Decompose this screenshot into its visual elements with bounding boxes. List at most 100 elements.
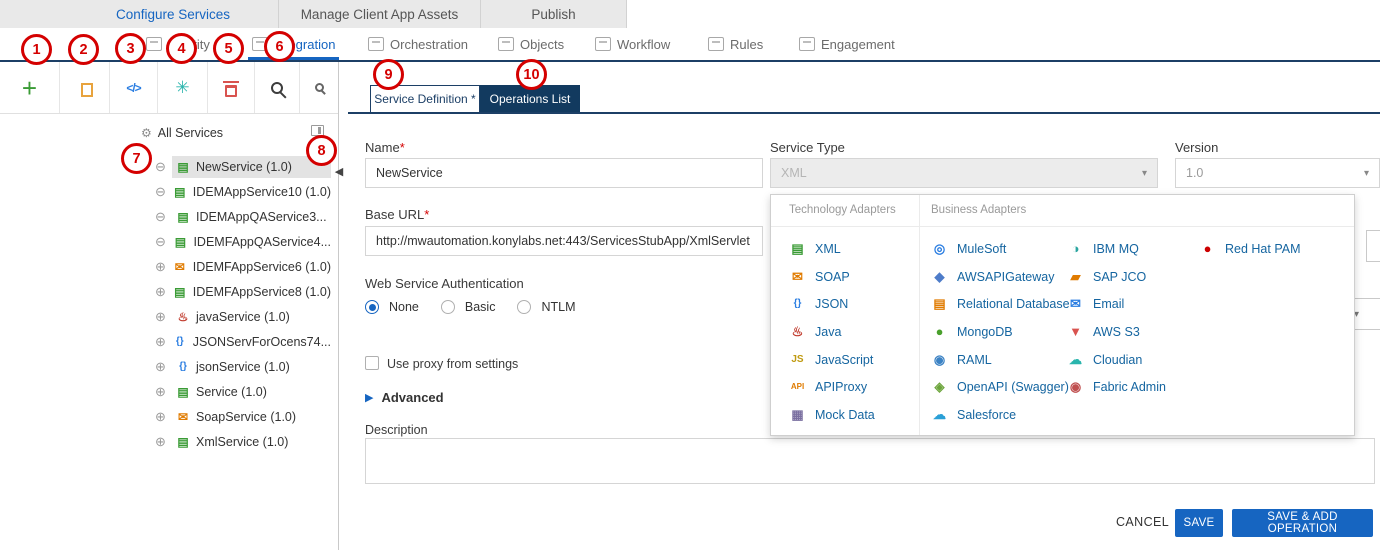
expander-icon[interactable]: ⊕ (155, 404, 172, 429)
adapter-option-raml[interactable]: ◉RAML (931, 346, 1070, 374)
description-textarea[interactable] (365, 438, 1375, 484)
service-name[interactable]: IDEMFAppService6 (1.0) (193, 260, 331, 274)
service-type-value: XML (781, 166, 807, 180)
adapter-option-javascript[interactable]: JSJavaScript (789, 346, 875, 374)
service-name[interactable]: IDEMAppQAService3... (196, 210, 327, 224)
expander-icon[interactable]: ⊕ (155, 329, 169, 354)
proxy-label[interactable]: Use proxy from settings (387, 357, 518, 371)
radio-ntlm-label[interactable]: NTLM (541, 300, 575, 314)
adapter-option-email[interactable]: ✉Email (1067, 290, 1166, 318)
tab-configure-services[interactable]: Configure Services (0, 0, 279, 28)
expander-icon[interactable]: ⊕ (155, 254, 169, 279)
adapter-option-cloudian[interactable]: ☁Cloudian (1067, 346, 1166, 374)
nav-orchestration[interactable]: Orchestration (368, 28, 468, 60)
service-name[interactable]: IDEMFAppQAService4... (193, 235, 331, 249)
callout-8: 8 (306, 135, 337, 166)
cancel-button[interactable]: CANCEL (1116, 515, 1169, 529)
expander-icon[interactable]: ⊕ (155, 354, 172, 379)
base-url-input[interactable] (365, 226, 763, 256)
search-services-button[interactable] (255, 62, 300, 113)
service-name[interactable]: IDEMFAppService8 (1.0) (193, 285, 331, 299)
sidebar-collapse-arrow[interactable]: ◀ (333, 160, 345, 182)
service-name[interactable]: jsonService (1.0) (196, 360, 290, 374)
save-button[interactable]: SAVE (1175, 509, 1223, 537)
adapter-option-mock-data[interactable]: ▦Mock Data (789, 401, 875, 429)
red-hat-pam-icon: ● (1199, 241, 1216, 257)
service-tree-item[interactable]: ⊖ ▤NewService (1.0) (0, 154, 338, 179)
name-input[interactable] (365, 158, 763, 188)
adapter-option-java[interactable]: ♨Java (789, 318, 875, 346)
adapter-option-mulesoft[interactable]: ◎MuleSoft (931, 235, 1070, 263)
service-type-select[interactable]: XML ▾ (770, 158, 1158, 188)
adapter-option-json[interactable]: {}JSON (789, 290, 875, 318)
adapter-option-fabric-admin[interactable]: ◉Fabric Admin (1067, 373, 1166, 401)
nav-engagement[interactable]: Engagement (799, 28, 895, 60)
service-tree-item[interactable]: ⊖ ▤IDEMFAppQAService4... (0, 229, 338, 254)
code-view-button[interactable]: </> (110, 62, 158, 113)
expander-icon[interactable]: ⊕ (155, 429, 172, 454)
service-tree-item[interactable]: ⊕ ✉SoapService (1.0) (0, 404, 338, 429)
service-name[interactable]: NewService (1.0) (196, 160, 292, 174)
service-tree-item[interactable]: ⊖ ▤IDEMAppQAService3... (0, 204, 338, 229)
nav-workflow[interactable]: Workflow (595, 28, 670, 60)
radio-basic[interactable] (441, 300, 455, 314)
expander-icon[interactable]: ⊖ (155, 204, 172, 229)
tab-manage-client-app-assets[interactable]: Manage Client App Assets (279, 0, 481, 28)
service-tree-item[interactable]: ⊕ ✉IDEMFAppService6 (1.0) (0, 254, 338, 279)
adapter-option-apiproxy[interactable]: APIAPIProxy (789, 373, 875, 401)
expander-icon[interactable]: ⊖ (155, 179, 169, 204)
callout-10: 10 (516, 59, 547, 90)
email-icon: ✉ (1067, 296, 1084, 312)
nav-rules[interactable]: Rules (708, 28, 763, 60)
radio-none-label[interactable]: None (389, 300, 419, 314)
service-tree-item[interactable]: ⊕ ▤XmlService (1.0) (0, 429, 338, 454)
adapter-option-relational-database[interactable]: ▤Relational Database (931, 290, 1070, 318)
expander-icon[interactable]: ⊖ (155, 229, 169, 254)
delete-service-button[interactable] (208, 62, 255, 113)
expander-icon[interactable]: ⊖ (155, 154, 172, 179)
clipped-field (1366, 230, 1380, 262)
adapter-option-openapi-swagger[interactable]: ◈OpenAPI (Swagger) (931, 373, 1070, 401)
radio-none[interactable] (365, 300, 379, 314)
adapter-option-salesforce[interactable]: ☁Salesforce (931, 401, 1070, 429)
service-name[interactable]: XmlService (1.0) (196, 435, 288, 449)
adapter-option-ibm-mq[interactable]: ◑IBM MQ (1067, 235, 1166, 263)
radio-ntlm[interactable] (517, 300, 531, 314)
version-select[interactable]: 1.0 ▾ (1175, 158, 1380, 188)
filter-search-button[interactable] (300, 62, 338, 113)
service-tree-item[interactable]: ⊖ ▤ IDEMAppService10 (1.0) (0, 179, 338, 204)
expander-icon[interactable]: ⊕ (155, 304, 172, 329)
service-tree-item[interactable]: ⊕ ▤IDEMFAppService8 (1.0) (0, 279, 338, 304)
expander-icon[interactable]: ⊕ (155, 279, 169, 304)
nav-objects[interactable]: Objects (498, 28, 564, 60)
service-name[interactable]: SoapService (1.0) (196, 410, 296, 424)
all-services-header[interactable]: ⚙ All Services (0, 120, 338, 146)
save-add-operation-button[interactable]: SAVE & ADD OPERATION (1232, 509, 1373, 537)
panel-divider (771, 226, 1354, 227)
adapter-option-aws-s3[interactable]: ▼AWS S3 (1067, 318, 1166, 346)
service-tree-item[interactable]: ⊕ ♨javaService (1.0) (0, 304, 338, 329)
advanced-toggle[interactable]: ▶ Advanced (365, 390, 444, 405)
test-service-button[interactable]: ✳ (158, 62, 208, 113)
adapter-option-soap[interactable]: ✉SOAP (789, 263, 875, 291)
service-name[interactable]: Service (1.0) (196, 385, 267, 399)
copy-service-button[interactable] (60, 62, 110, 113)
service-tree-item[interactable]: ⊕ {}JSONServForOcens74... (0, 329, 338, 354)
adapter-option-xml[interactable]: ▤XML (789, 235, 875, 263)
radio-basic-label[interactable]: Basic (465, 300, 496, 314)
adapter-option-red-hat-pam[interactable]: ●Red Hat PAM (1199, 235, 1301, 263)
nav-label: Objects (520, 37, 564, 52)
service-name[interactable]: javaService (1.0) (196, 310, 290, 324)
adapter-option-awsapigateway[interactable]: ◆AWSAPIGateway (931, 263, 1070, 291)
adapter-option-sap-jco[interactable]: ▰SAP JCO (1067, 263, 1166, 291)
service-name[interactable]: JSONServForOcens74... (193, 335, 331, 349)
service-name[interactable]: IDEMAppService10 (1.0) (193, 185, 331, 199)
tab-publish[interactable]: Publish (481, 0, 627, 28)
service-type-icon: ▤ (173, 185, 187, 199)
add-service-button[interactable]: + (0, 62, 60, 113)
proxy-checkbox[interactable] (365, 356, 379, 370)
service-tree-item[interactable]: ⊕ ▤Service (1.0) (0, 379, 338, 404)
expander-icon[interactable]: ⊕ (155, 379, 172, 404)
adapter-option-mongodb[interactable]: ●MongoDB (931, 318, 1070, 346)
service-tree-item[interactable]: ⊕ {}jsonService (1.0) (0, 354, 338, 379)
